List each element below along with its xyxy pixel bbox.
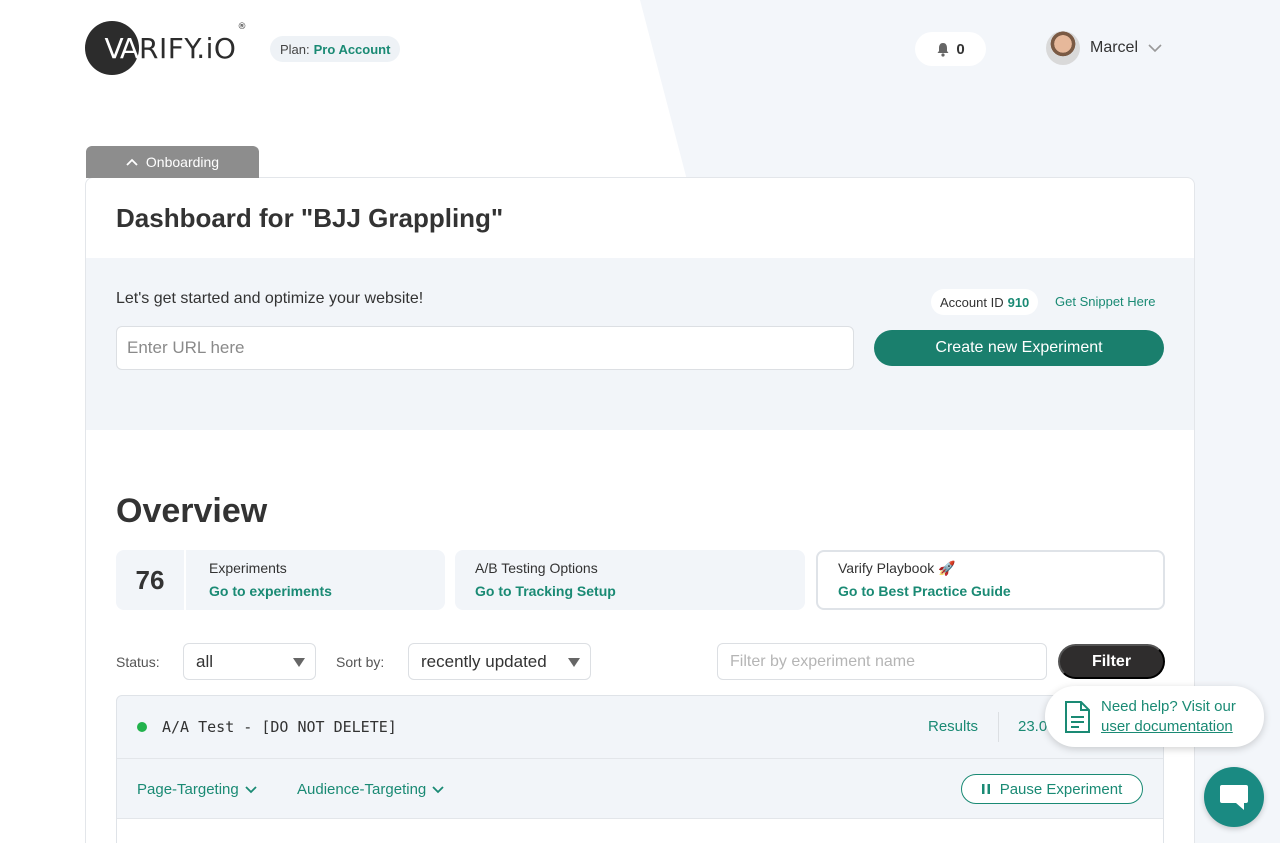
status-label: Status: [116,654,160,670]
plan-value: Pro Account [313,41,391,57]
sort-select[interactable]: recently updated [408,643,591,680]
plan-label: Plan: [280,41,310,57]
logo-mark: VA [85,21,139,75]
caret-down-icon [568,658,580,667]
experiment-targeting-row: Page-Targeting Audience-Targeting Pause … [117,758,1163,819]
filter-name-input[interactable] [717,643,1047,680]
notifications-button[interactable]: 0 [915,32,986,66]
user-name: Marcel [1090,39,1139,56]
experiments-stat-card: 76 Experiments Go to experiments [116,550,445,610]
experiment-date: 23.0 [1018,718,1048,735]
dashboard-card: Dashboard for "BJJ Grappling" Let's get … [85,177,1195,843]
chevron-up-icon [126,158,138,166]
help-text: Need help? Visit our user documentation [1101,697,1236,737]
overview-heading: Overview [116,492,268,530]
filter-row: Status: all Sort by: recently updated Fi… [116,643,1166,680]
document-icon [1065,700,1090,733]
get-snippet-link[interactable]: Get Snippet Here [1055,294,1155,309]
divider [998,712,999,742]
avatar [1046,31,1080,65]
user-documentation-link[interactable]: user documentation [1101,718,1233,735]
experiments-label: Experiments [209,560,287,576]
logo-text: RIFY.iO® [139,22,247,65]
pause-icon [981,784,990,794]
page-targeting-dropdown[interactable]: Page-Targeting [137,781,257,798]
chat-icon [1220,785,1248,810]
logo-mark-text: VA [104,31,139,65]
caret-down-icon [293,658,305,667]
help-line: Need help? Visit our [1101,697,1236,715]
playbook-label: Varify Playbook 🚀 [838,560,956,576]
pause-experiment-button[interactable]: Pause Experiment [961,774,1143,804]
ab-testing-label: A/B Testing Options [475,560,598,576]
go-to-experiments-link[interactable]: Go to experiments [209,583,332,599]
logo-wordmark: RIFY.iO [139,31,237,65]
go-to-tracking-setup-link[interactable]: Go to Tracking Setup [475,583,616,599]
results-link[interactable]: Results [928,718,978,735]
experiment-header: A/A Test - [DO NOT DELETE] Results 23.0 [117,696,1163,758]
url-input[interactable] [116,326,854,370]
status-select-value: all [196,651,214,671]
sort-select-value: recently updated [421,651,547,671]
chevron-down-icon [1148,43,1162,52]
logo-registered: ® [237,21,247,32]
experiment-details-row [117,819,1163,843]
status-indicator [137,722,147,732]
status-select[interactable]: all [183,643,316,680]
playbook-card: Varify Playbook 🚀 Go to Best Practice Gu… [816,550,1165,610]
page-targeting-label: Page-Targeting [137,781,239,798]
notification-count: 0 [956,40,965,58]
getting-started-panel: Let's get started and optimize your webs… [86,258,1194,430]
filter-button[interactable]: Filter [1058,644,1165,679]
audience-targeting-label: Audience-Targeting [297,781,427,798]
create-experiment-button[interactable]: Create new Experiment [874,330,1164,366]
chevron-down-icon [245,785,257,793]
experiments-count: 76 [116,550,186,610]
onboarding-toggle[interactable]: Onboarding [86,146,259,178]
audience-targeting-dropdown[interactable]: Audience-Targeting [297,781,444,798]
account-id-value: 910 [1007,294,1030,310]
chevron-down-icon [432,785,444,793]
experiment-card: A/A Test - [DO NOT DELETE] Results 23.0 … [116,695,1164,843]
ab-testing-card: A/B Testing Options Go to Tracking Setup [455,550,805,610]
onboarding-label: Onboarding [145,154,220,170]
page-title: Dashboard for "BJJ Grappling" [116,203,504,233]
pause-experiment-label: Pause Experiment [999,780,1123,798]
user-menu[interactable]: Marcel [1046,31,1162,65]
varify-logo[interactable]: VA RIFY.iO® [85,21,247,75]
account-id-badge: Account ID 910 [931,289,1039,315]
top-header: VA RIFY.iO® Plan: Pro Account 0 Marcel [0,0,1280,100]
sort-label: Sort by: [336,654,385,670]
getting-started-text: Let's get started and optimize your webs… [116,290,424,307]
chat-launcher-button[interactable] [1204,767,1264,827]
account-id-label: Account ID [940,294,1004,310]
go-to-best-practice-link[interactable]: Go to Best Practice Guide [838,583,1011,599]
bell-icon [937,42,949,57]
plan-badge: Plan: Pro Account [270,36,401,62]
experiment-name[interactable]: A/A Test - [DO NOT DELETE] [162,718,397,736]
help-bubble[interactable]: Need help? Visit our user documentation [1045,686,1264,747]
